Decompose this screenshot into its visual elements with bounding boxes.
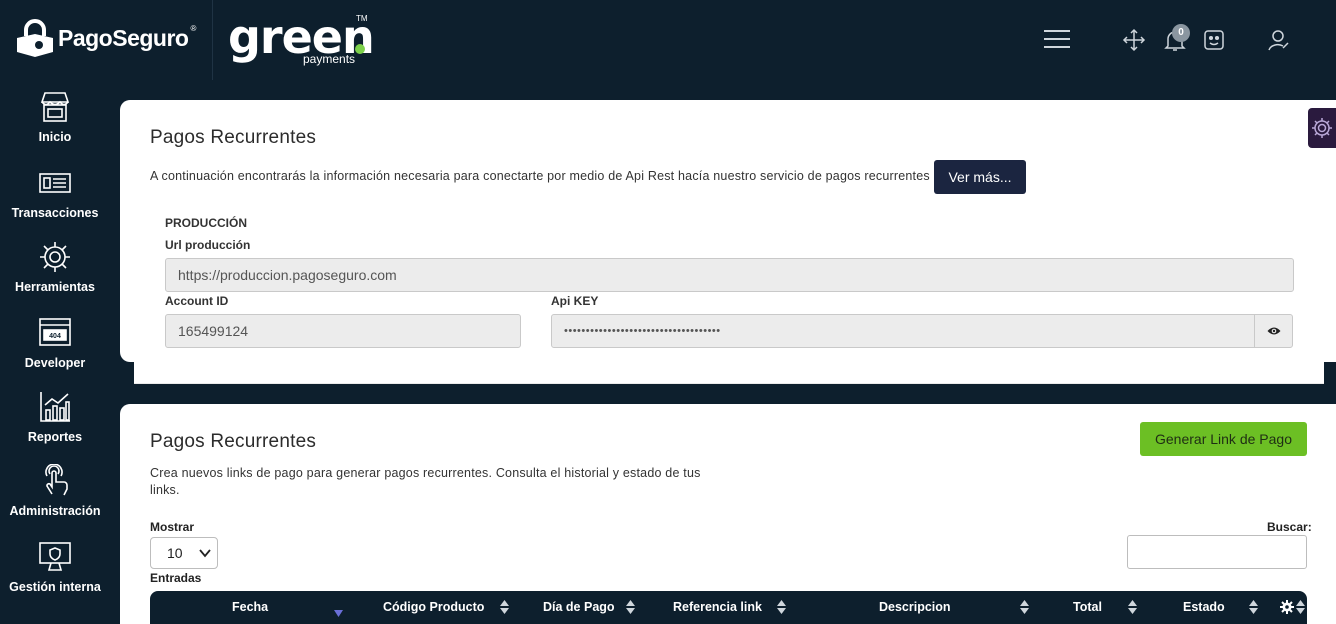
links-card-description: Crea nuevos links de pago para generar p… (150, 466, 701, 497)
eye-icon (1267, 327, 1280, 335)
hand-touch-icon (45, 464, 68, 496)
api-card-title: Pagos Recurrentes (150, 127, 317, 148)
sidebar-item-label: Reportes (27, 430, 83, 444)
green-subtitle: payments (303, 52, 356, 66)
hamburger-menu-icon[interactable] (1044, 30, 1070, 50)
sort-icon[interactable] (1128, 600, 1137, 614)
sidebar-item-herramientas[interactable]: Herramientas (0, 240, 110, 294)
column-codigo-producto[interactable]: Código Producto (383, 600, 484, 614)
table-header: Fecha Código Producto Día de Pago Refere… (150, 591, 1307, 624)
page-size-select[interactable]: 10 (150, 537, 218, 569)
url-field[interactable]: https://produccion.pagoseguro.com (165, 258, 1294, 292)
api-card-description: A continuación encontrarás la informació… (150, 169, 930, 183)
sidebar-item-label: Gestión interna (9, 580, 101, 594)
generate-link-button[interactable]: Generar Link de Pago (1140, 422, 1307, 456)
sidebar-item-label: Developer (24, 356, 86, 370)
chevron-down-icon (199, 549, 211, 558)
lock-logo-icon (17, 19, 53, 57)
sidebar-item-label: Herramientas (15, 280, 95, 294)
production-section-label: PRODUCCIÓN (165, 216, 248, 230)
links-card-title: Pagos Recurrentes (150, 431, 317, 452)
column-estado[interactable]: Estado (1183, 600, 1225, 614)
search-input[interactable] (1127, 535, 1307, 569)
entries-label: Entradas (150, 571, 202, 585)
green-payments-logo[interactable]: green TM payments (228, 10, 378, 70)
monitor-shield-icon (39, 542, 71, 571)
browser-404-icon: 404 (39, 318, 71, 346)
account-id-label: Account ID (165, 294, 229, 308)
api-key-label: Api KEY (551, 294, 599, 308)
sidebar-item-reportes[interactable]: Reportes (0, 390, 110, 444)
user-icon[interactable] (1266, 28, 1290, 52)
sidebar-item-gestion-interna[interactable]: Gestión interna (0, 540, 110, 594)
sort-icon[interactable] (1249, 600, 1258, 614)
sidebar-item-administracion[interactable]: Administración (0, 464, 110, 518)
move-arrows-icon[interactable] (1122, 28, 1146, 52)
gear-icon[interactable] (1280, 600, 1294, 614)
card-icon (39, 173, 71, 193)
sidebar-item-developer[interactable]: 404 Developer (0, 316, 110, 370)
sidebar-item-inicio[interactable]: Inicio (0, 90, 110, 144)
column-dia-de-pago[interactable]: Día de Pago (543, 600, 615, 614)
trademark-mark: TM (356, 14, 368, 23)
sort-icon[interactable] (1020, 600, 1029, 614)
sort-icon[interactable] (500, 600, 509, 614)
ver-mas-button[interactable]: Ver más... (934, 160, 1026, 194)
column-total[interactable]: Total (1073, 600, 1102, 614)
notification-badge: 0 (1172, 24, 1190, 42)
store-icon (40, 92, 70, 122)
sidebar-item-label: Administración (9, 504, 101, 518)
column-descripcion[interactable]: Descripcion (879, 600, 951, 614)
sort-icon[interactable] (1296, 600, 1305, 614)
sidebar-item-label: Inicio (38, 130, 72, 144)
sidebar-item-transacciones[interactable]: Transacciones (0, 168, 110, 220)
sidebar: Inicio Transacciones Herramientas 404 De… (0, 80, 110, 624)
gear-icon (40, 242, 70, 272)
show-label: Mostrar (150, 520, 195, 534)
settings-side-tab[interactable] (1308, 108, 1336, 148)
svg-text:404: 404 (49, 333, 61, 340)
pagoseguro-logo[interactable]: PagoSeguro ® (14, 18, 196, 58)
gear-icon (1312, 118, 1332, 138)
column-referencia-link[interactable]: Referencia link (673, 600, 762, 614)
face-id-icon[interactable] (1203, 28, 1225, 52)
sidebar-item-label: Transacciones (11, 206, 99, 220)
logo-divider (212, 0, 213, 80)
api-key-field[interactable]: •••••••••••••••••••••••••••••••••••• (551, 314, 1255, 348)
green-dot (355, 44, 365, 54)
registered-mark: ® (190, 23, 197, 33)
bar-chart-icon (40, 392, 70, 422)
sort-icon[interactable] (626, 600, 635, 614)
pagoseguro-wordmark: PagoSeguro (58, 24, 189, 51)
sort-icon[interactable] (777, 600, 786, 614)
sort-desc-icon[interactable] (334, 607, 343, 621)
account-id-field[interactable]: 165499124 (165, 314, 521, 348)
top-bar: PagoSeguro ® green TM payments 0 (0, 0, 1336, 80)
toggle-visibility-button[interactable] (1254, 314, 1293, 348)
card-separator (134, 362, 1324, 384)
url-label: Url producción (165, 238, 251, 252)
search-label: Buscar: (1267, 520, 1312, 534)
column-fecha[interactable]: Fecha (232, 600, 268, 614)
